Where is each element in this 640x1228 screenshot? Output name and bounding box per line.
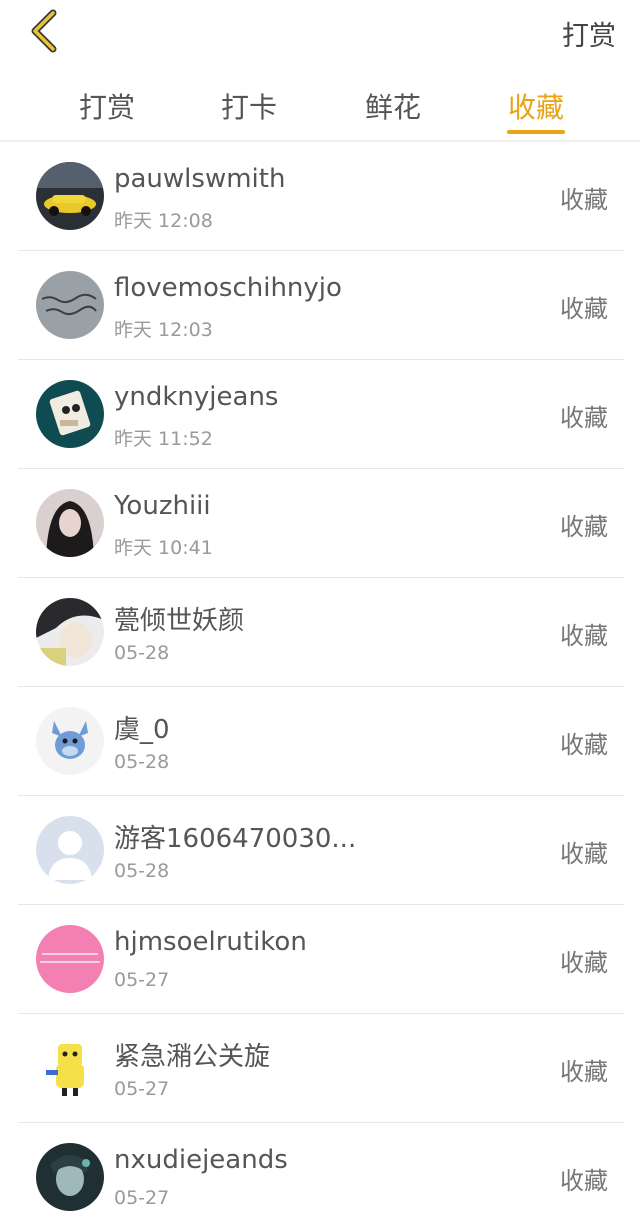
- list-item[interactable]: pauwlswmith 昨天 12:08 收藏: [0, 142, 640, 251]
- user-name: 甍倾世妖颜: [114, 606, 245, 636]
- user-name: yndknyjeans: [114, 382, 279, 412]
- action-label: 收藏: [560, 1058, 608, 1086]
- chevron-left-icon: [31, 9, 57, 53]
- timestamp: 05-28: [114, 860, 170, 882]
- tab-bar: 打赏 打卡 鲜花 收藏: [0, 66, 640, 142]
- avatar: [36, 707, 104, 775]
- list-item[interactable]: 虞_0 05-28 收藏: [0, 687, 640, 796]
- user-name: hjmsoelrutikon: [114, 927, 307, 957]
- avatar: [36, 162, 104, 230]
- timestamp: 05-27: [114, 1078, 170, 1100]
- timestamp: 昨天 12:03: [114, 319, 213, 341]
- user-name: pauwlswmith: [114, 164, 286, 194]
- tab-checkin[interactable]: 打卡: [204, 86, 294, 126]
- avatar: [36, 816, 104, 884]
- action-label: 收藏: [560, 731, 608, 759]
- user-name: flovemoschihnyjo: [114, 273, 342, 303]
- user-name: nxudiejeands: [114, 1145, 288, 1175]
- action-label: 收藏: [560, 404, 608, 432]
- avatar: [36, 271, 104, 339]
- list-item[interactable]: 甍倾世妖颜 05-28 收藏: [0, 578, 640, 687]
- tab-favorites[interactable]: 收藏: [491, 86, 581, 126]
- user-name: Youzhiii: [114, 491, 211, 521]
- list-item[interactable]: yndknyjeans 昨天 11:52 收藏: [0, 360, 640, 469]
- list-item[interactable]: hjmsoelrutikon 05-27 收藏: [0, 905, 640, 1014]
- user-list: pauwlswmith 昨天 12:08 收藏 flovemoschihnyjo…: [0, 142, 640, 1228]
- action-label: 收藏: [560, 513, 608, 541]
- user-name: 虞_0: [114, 715, 170, 745]
- action-label: 收藏: [560, 949, 608, 977]
- timestamp: 昨天 10:41: [114, 537, 213, 559]
- avatar: [36, 1034, 104, 1102]
- timestamp: 05-27: [114, 1187, 170, 1209]
- user-name: 游客1606470030...: [114, 824, 357, 854]
- action-label: 收藏: [560, 840, 608, 868]
- user-name: 紧急潲公关旋: [114, 1042, 271, 1072]
- list-item[interactable]: flovemoschihnyjo 昨天 12:03 收藏: [0, 251, 640, 360]
- timestamp: 昨天 12:08: [114, 210, 213, 232]
- tab-reward[interactable]: 打赏: [62, 86, 152, 126]
- timestamp: 05-28: [114, 751, 170, 773]
- back-button[interactable]: [24, 8, 64, 54]
- avatar: [36, 1143, 104, 1211]
- top-bar: 打赏: [0, 0, 640, 66]
- active-tab-indicator: [507, 130, 565, 134]
- avatar: [36, 489, 104, 557]
- tab-flowers[interactable]: 鲜花: [348, 86, 438, 126]
- avatar: [36, 925, 104, 993]
- list-item[interactable]: Youzhiii 昨天 10:41 收藏: [0, 469, 640, 578]
- avatar: [36, 380, 104, 448]
- timestamp: 05-28: [114, 642, 170, 664]
- action-label: 收藏: [560, 295, 608, 323]
- list-item[interactable]: 游客1606470030... 05-28 收藏: [0, 796, 640, 905]
- action-label: 收藏: [560, 1167, 608, 1195]
- top-reward-button[interactable]: 打赏: [562, 14, 616, 53]
- list-item[interactable]: 紧急潲公关旋 05-27 收藏: [0, 1014, 640, 1123]
- avatar: [36, 598, 104, 666]
- action-label: 收藏: [560, 186, 608, 214]
- list-item[interactable]: nxudiejeands 05-27 收藏: [0, 1123, 640, 1228]
- timestamp: 05-27: [114, 969, 170, 991]
- action-label: 收藏: [560, 622, 608, 650]
- timestamp: 昨天 11:52: [114, 428, 213, 450]
